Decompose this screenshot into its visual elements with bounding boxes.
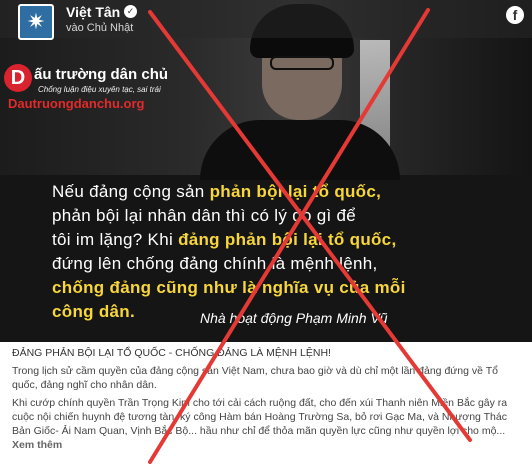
post-caption: ĐẢNG PHẢN BỘI LẠI TỔ QUỐC - CHỐNG ĐẢNG L… [12, 346, 522, 456]
page-name[interactable]: Việt Tân [66, 4, 120, 20]
star-logo-icon: ✷ [26, 9, 46, 34]
caption-paragraph: Trong lịch sử cầm quyền của đảng cộng sả… [12, 365, 498, 391]
post-header: ✷ Việt Tân ✓ vào Chủ Nhật f [0, 0, 532, 40]
quote-line: tôi im lặng? Khi [52, 230, 179, 249]
facebook-icon[interactable]: f [506, 6, 524, 24]
quote-highlight: đảng phản bội lại tổ quốc, [178, 230, 397, 249]
quote-text: Nếu đảng cộng sản phản bội lại tổ quốc, … [52, 180, 492, 324]
quote-highlight: phản bội lại tổ quốc, [209, 182, 382, 201]
see-more-link[interactable]: Xem thêm [12, 439, 62, 451]
facebook-post-card: ✷ Việt Tân ✓ vào Chủ Nhật f D ấu trường … [0, 0, 532, 474]
post-timestamp[interactable]: vào Chủ Nhật [66, 22, 133, 34]
person-glasses [270, 56, 334, 70]
quote-highlight: chống đảng cũng như là nghĩa vụ của mỗi [52, 278, 406, 297]
quote-author: Nhà hoạt động Phạm Minh Vũ [200, 310, 388, 326]
watermark-subtitle: Chống luận điệu xuyên tạc, sai trái [38, 85, 161, 94]
watermark-logo-letter: D [4, 64, 32, 92]
watermark-url: Dautruongdanchu.org [8, 96, 145, 111]
quote-line: đứng lên chống đảng chính là mệnh lệnh, [52, 254, 378, 273]
quote-line: phản bội lại nhân dân thì có lý do gì để [52, 206, 357, 225]
caption-title: ĐẢNG PHẢN BỘI LẠI TỔ QUỐC - CHỐNG ĐẢNG L… [12, 347, 331, 359]
post-image[interactable]: ✷ Việt Tân ✓ vào Chủ Nhật f D ấu trường … [0, 0, 532, 342]
caption-paragraph: Khi cướp chính quyền Trần Trọng Kim cho … [12, 397, 508, 437]
watermark-title: ấu trường dân chủ [34, 66, 169, 83]
page-avatar[interactable]: ✷ [18, 4, 54, 40]
quote-line: Nếu đảng cộng sản [52, 182, 210, 201]
person-shirt [200, 120, 400, 180]
verified-check-icon: ✓ [124, 5, 137, 18]
